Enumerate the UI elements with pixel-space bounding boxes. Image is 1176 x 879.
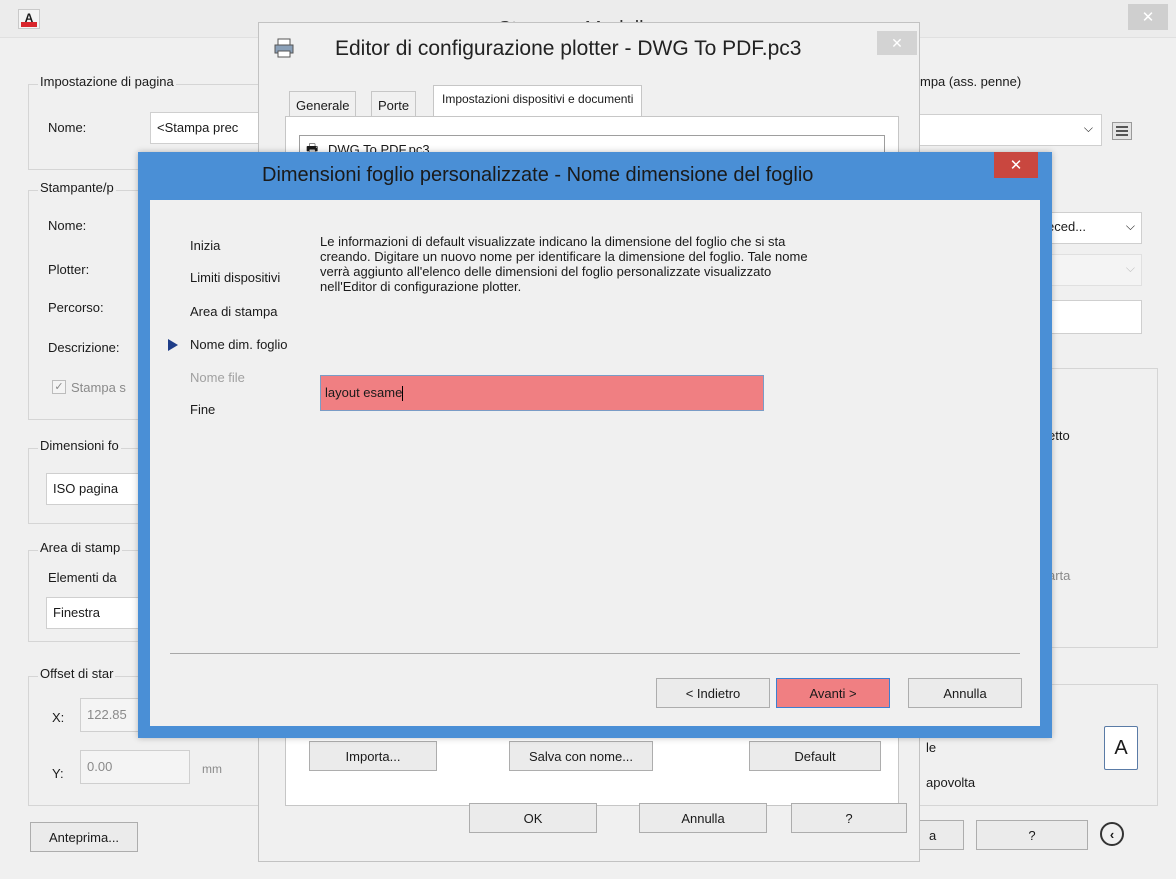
printer-icon <box>273 37 295 59</box>
previous-plot-select[interactable]: eced... ⌵ <box>1040 212 1142 244</box>
wizard-close-button[interactable]: ✕ <box>994 152 1038 178</box>
chevron-down-icon-2: ⌵ <box>1125 219 1135 233</box>
orientation-text-1: le <box>926 740 937 755</box>
wizard-next-button[interactable]: Avanti > <box>776 678 890 708</box>
tab-general[interactable]: Generale <box>289 91 357 117</box>
wizard-title: Dimensioni foglio personalizzate - Nome … <box>262 164 814 186</box>
step-file-name: Nome file <box>190 370 245 385</box>
print-area-label: Area di stamp <box>38 540 123 555</box>
offset-label: Offset di star <box>38 666 116 681</box>
app-logo-icon: A <box>18 9 40 29</box>
plot-style-edit-icon[interactable] <box>1112 122 1132 140</box>
paper-size-label: Dimensioni fo <box>38 438 121 453</box>
page-setup-name-label: Nome: <box>48 120 87 135</box>
printer-path-label: Percorso: <box>48 300 104 315</box>
print-area-what-label: Elementi da <box>48 570 117 585</box>
printer-group-label: Stampante/p <box>38 180 116 195</box>
outer-help-button[interactable]: ? <box>976 820 1088 850</box>
current-step-arrow-icon <box>168 339 178 351</box>
wizard-dialog: Dimensioni foglio personalizzate - Nome … <box>138 152 1052 738</box>
step-print-area: Area di stampa <box>190 304 278 319</box>
step-device-limits: Limiti dispositivi <box>190 270 281 285</box>
wizard-separator <box>170 653 1020 654</box>
right-scale-group <box>1040 368 1158 648</box>
offset-unit-label: mm <box>202 762 222 776</box>
orientation-text-2: apovolta <box>926 775 976 790</box>
default-button[interactable]: Default <box>749 741 881 771</box>
outer-ok-button[interactable]: a <box>918 820 964 850</box>
wizard-back-button[interactable]: < Indietro <box>656 678 770 708</box>
orientation-portrait-icon: A <box>1104 726 1138 770</box>
print-to-file-label: Stampa s <box>71 380 126 395</box>
chevron-down-icon-3: ⌵ <box>1125 261 1135 275</box>
text-caret <box>402 386 404 402</box>
plotter-help-button[interactable]: ? <box>791 803 907 833</box>
plotter-dialog-title: Editor di configurazione plotter - DWG T… <box>335 37 802 60</box>
page-setup-label: Impostazione di pagina <box>38 74 176 89</box>
sheet-name-input[interactable]: layout esame <box>320 375 764 411</box>
preview-button[interactable]: Anteprima... <box>30 822 138 852</box>
outer-close-button[interactable]: ✕ <box>1128 4 1168 30</box>
previous-plot-value: eced... <box>1047 219 1087 234</box>
printer-name-label: Nome: <box>48 218 87 233</box>
wizard-cancel-button[interactable]: Annulla <box>908 678 1022 708</box>
tab-ports[interactable]: Porte <box>371 91 417 117</box>
page-setup-name-select[interactable]: <Stampa prec <box>150 112 270 144</box>
wizard-description: Le informazioni di default visualizzate … <box>320 234 808 294</box>
plot-style-label: mpa (ass. penne) <box>920 74 1022 89</box>
tab-device-settings[interactable]: Impostazioni dispositivi e documenti <box>433 85 643 117</box>
path-field-right <box>1040 300 1142 334</box>
import-button[interactable]: Importa... <box>309 741 437 771</box>
offset-x-label: X: <box>52 710 65 725</box>
plotter-cancel-button[interactable]: Annulla <box>639 803 767 833</box>
collapse-arrow-icon[interactable]: ‹ <box>1100 822 1124 846</box>
plotter-ok-button[interactable]: OK <box>469 803 597 833</box>
plotter-disabled-select: ⌵ <box>1040 254 1142 286</box>
save-as-button[interactable]: Salva con nome... <box>509 741 653 771</box>
print-to-file-checkbox[interactable]: ✓ <box>52 380 66 394</box>
offset-y-field[interactable]: 0.00 <box>80 750 190 784</box>
plotter-close-button[interactable]: ✕ <box>877 31 917 55</box>
wizard-body: Inizia Limiti dispositivi Area di stampa… <box>150 200 1040 726</box>
step-finish: Fine <box>190 402 216 417</box>
printer-plotter-label: Plotter: <box>48 262 90 277</box>
plot-style-select[interactable]: ⌵ <box>912 114 1102 146</box>
sheet-name-input-value: layout esame <box>325 385 403 400</box>
printer-description-label: Descrizione: <box>48 340 120 355</box>
step-start: Inizia <box>190 238 221 253</box>
svg-text:A: A <box>25 11 34 25</box>
step-sheet-name: Nome dim. foglio <box>190 337 288 352</box>
chevron-down-icon: ⌵ <box>1083 121 1093 135</box>
offset-y-label: Y: <box>52 766 64 781</box>
